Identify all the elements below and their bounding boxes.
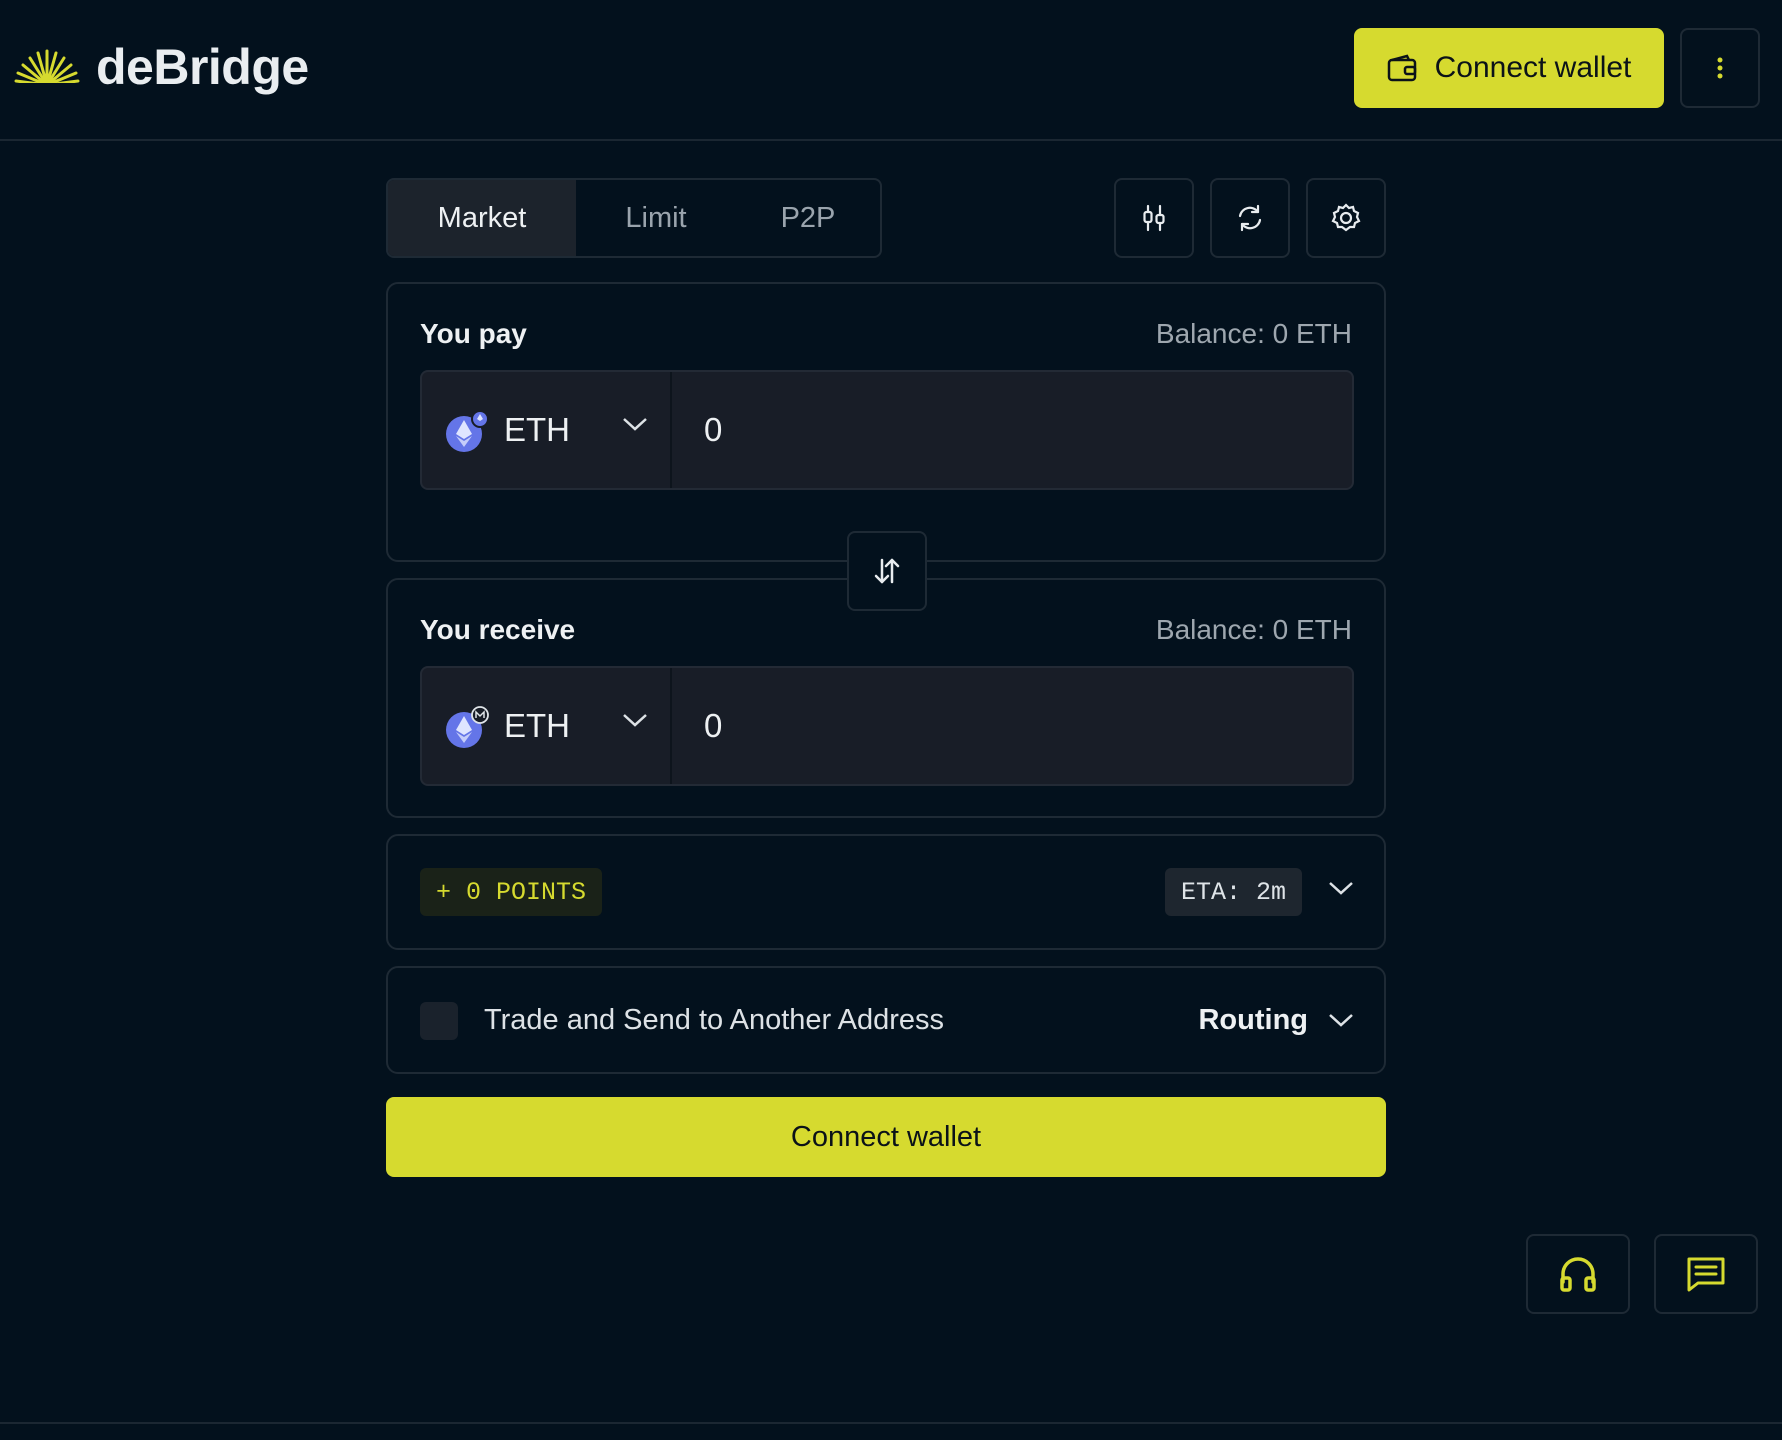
swap-arrows-icon xyxy=(874,558,900,584)
footer-divider xyxy=(0,1422,1782,1424)
points-badge: + 0 POINTS xyxy=(420,868,603,916)
eth-token-icon xyxy=(446,706,489,748)
send-to-address-label[interactable]: Trade and Send to Another Address xyxy=(484,1004,944,1037)
pay-token-name: ETH xyxy=(504,411,570,448)
receive-token-row: ETH xyxy=(420,666,1354,786)
chat-button[interactable] xyxy=(1654,1234,1758,1314)
debridge-logo-icon xyxy=(12,49,82,87)
refresh-icon xyxy=(1238,204,1262,232)
receive-label: You receive xyxy=(420,614,576,645)
chevron-down-icon[interactable] xyxy=(1328,880,1354,896)
wallet-icon xyxy=(1387,54,1416,82)
chevron-down-icon[interactable] xyxy=(1328,1012,1354,1028)
pay-amount-input[interactable] xyxy=(672,372,1352,488)
chevron-down-icon xyxy=(623,714,647,727)
receive-token-select[interactable]: ETH xyxy=(422,668,672,784)
pay-token-row: ETH xyxy=(420,370,1354,490)
more-menu-button[interactable] xyxy=(1680,28,1760,108)
options-card: Trade and Send to Another Address Routin… xyxy=(386,966,1386,1074)
chart-settings-button[interactable] xyxy=(1114,178,1194,258)
more-vertical-icon xyxy=(1717,57,1723,79)
pay-token-select[interactable]: ETH xyxy=(422,372,672,488)
receive-card: You receive Balance: 0 ETH ETH xyxy=(386,578,1386,818)
brand-name: deBridge xyxy=(96,39,309,95)
refresh-button[interactable] xyxy=(1210,178,1290,258)
page: deBridge Connect wallet Market Limit P2P xyxy=(0,0,1782,1440)
pay-label: You pay xyxy=(420,318,527,349)
header: deBridge Connect wallet xyxy=(0,0,1782,141)
header-connect-wallet-button[interactable]: Connect wallet xyxy=(1354,28,1664,108)
pay-balance: Balance: 0 ETH xyxy=(1155,318,1352,349)
receive-balance: Balance: 0 ETH xyxy=(1155,614,1352,645)
chat-icon xyxy=(1687,1257,1725,1292)
trade-info-card[interactable]: + 0 POINTS ETA: 2m xyxy=(386,834,1386,950)
receive-amount-input[interactable] xyxy=(672,668,1352,784)
connect-wallet-button[interactable]: Connect wallet xyxy=(386,1097,1386,1177)
receive-token-name: ETH xyxy=(504,707,570,744)
tab-p2p[interactable]: P2P xyxy=(736,180,880,256)
chart-settings-icon xyxy=(1143,204,1165,232)
tab-limit[interactable]: Limit xyxy=(576,180,736,256)
tab-market[interactable]: Market xyxy=(388,180,576,256)
settings-button[interactable] xyxy=(1306,178,1386,258)
eta-badge: ETA: 2m xyxy=(1164,868,1302,916)
routing-toggle[interactable]: Routing xyxy=(1198,1004,1308,1037)
headphones-icon xyxy=(1560,1257,1596,1292)
trade-mode-tabs: Market Limit P2P xyxy=(386,178,882,258)
pay-card: You pay Balance: 0 ETH ETH xyxy=(386,282,1386,562)
send-to-address-checkbox[interactable] xyxy=(420,1002,458,1040)
eth-token-icon xyxy=(446,410,489,452)
swap-direction-button[interactable] xyxy=(847,531,927,611)
logo[interactable]: deBridge xyxy=(12,38,309,96)
chevron-down-icon xyxy=(623,418,647,431)
support-button[interactable] xyxy=(1526,1234,1630,1314)
settings-icon xyxy=(1331,203,1361,232)
header-connect-wallet-label: Connect wallet xyxy=(1434,51,1632,84)
